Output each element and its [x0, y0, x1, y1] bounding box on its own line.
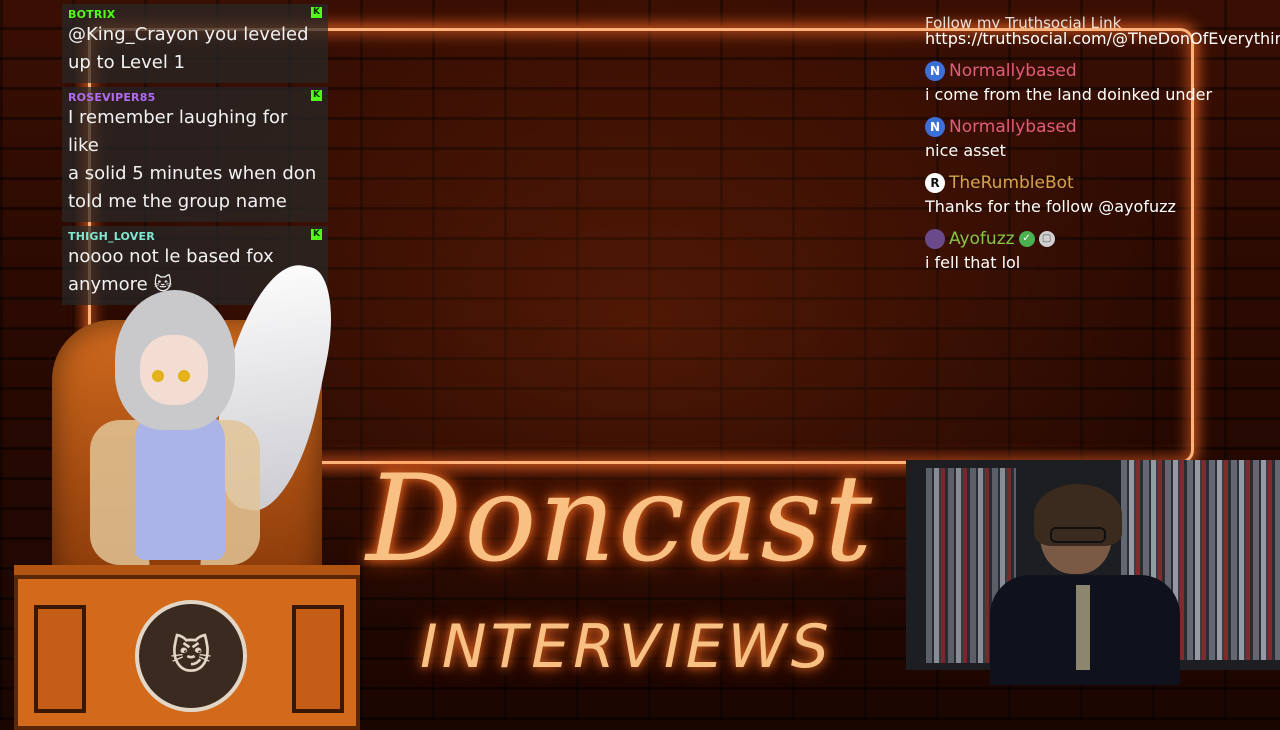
- user-avatar: N: [925, 61, 945, 81]
- supporter-badge-icon: ▢: [1038, 231, 1055, 247]
- chat-username: Normallybased: [949, 117, 1077, 137]
- logo-title: Doncast: [366, 450, 875, 589]
- chat-text-line: noooo not le based fox: [68, 246, 274, 267]
- chat-text: Thanks for the follow @ayofuzz: [925, 197, 1176, 216]
- chat-partial-line: Follow my Truthsocial Link: [925, 16, 1122, 28]
- chat-text: I remember laughing for like a solid 5 m…: [68, 104, 322, 216]
- chat-username: TheRumbleBot: [949, 173, 1074, 193]
- chat-username: BOTRIX: [68, 8, 116, 21]
- chat-text-line: up to Level 1: [68, 52, 186, 73]
- streamer-tie: [1076, 585, 1090, 670]
- chat-username: THIGH_LOVER: [68, 230, 155, 243]
- right-chat-message: N Normallybased i come from the land doi…: [925, 58, 1280, 106]
- user-avatar: R: [925, 173, 945, 193]
- cat-face-icon: 😼: [135, 600, 247, 712]
- vtuber-face: [140, 335, 208, 405]
- vtuber-body: [135, 410, 225, 560]
- chat-username: Normallybased: [949, 61, 1077, 81]
- kick-icon: K: [311, 7, 322, 18]
- kick-icon: K: [311, 90, 322, 101]
- right-chat-message: Ayofuzz ✓ ▢ i fell that lol: [925, 226, 1280, 274]
- right-chat-message: R TheRumbleBot Thanks for the follow @ay…: [925, 170, 1280, 218]
- chat-text: i fell that lol: [925, 253, 1021, 272]
- user-avatar: [925, 229, 945, 249]
- left-chat-message: ROSEVIPER85 K I remember laughing for li…: [62, 87, 328, 222]
- chat-text-line: a solid 5 minutes when don: [68, 163, 317, 184]
- logo-subtitle: INTERVIEWS: [420, 612, 833, 682]
- chat-text: nice asset: [925, 141, 1006, 160]
- chat-username: ROSEVIPER85: [68, 91, 156, 104]
- vtuber-eye: [152, 370, 164, 382]
- right-chat-message: N Normallybased nice asset: [925, 114, 1280, 162]
- chat-text: @King_Crayon you leveled up to Level 1: [68, 21, 322, 77]
- chat-username: Ayofuzz: [949, 229, 1015, 249]
- desk-panel: [34, 605, 86, 713]
- vtuber-eye: [178, 370, 190, 382]
- chat-text-line: told me the group name: [68, 191, 287, 212]
- left-chat-panel: BOTRIX K @King_Crayon you leveled up to …: [62, 4, 328, 309]
- user-avatar: N: [925, 117, 945, 137]
- chat-text: i come from the land doinked under: [925, 85, 1213, 104]
- right-chat-panel: Follow my Truthsocial Link https://truth…: [925, 16, 1280, 282]
- left-chat-message: BOTRIX K @King_Crayon you leveled up to …: [62, 4, 328, 83]
- kick-icon: K: [311, 229, 322, 240]
- verified-badge-icon: ✓: [1018, 231, 1035, 247]
- chat-text-line: I remember laughing for like: [68, 107, 288, 156]
- chat-text-line: @King_Crayon you leveled: [68, 24, 309, 45]
- chat-url-line[interactable]: https://truthsocial.com/@TheDonOfEveryth…: [925, 28, 1280, 50]
- desk-panel: [292, 605, 344, 713]
- streamer-glasses: [1050, 527, 1106, 543]
